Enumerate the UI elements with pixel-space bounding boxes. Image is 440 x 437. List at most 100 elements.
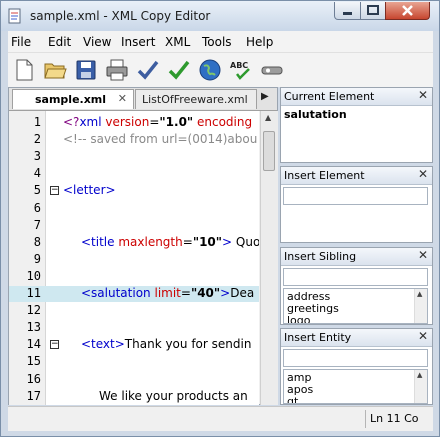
menu-insert[interactable]: Insert <box>121 35 155 49</box>
scrollbar-thumb[interactable] <box>263 131 275 171</box>
toggle-icon[interactable] <box>260 58 284 82</box>
code-editor[interactable]: 1 <?xml version="1.0" encoding 2 <!-- saved… <box>9 111 259 405</box>
tab-sample-xml[interactable]: sample.xml ✕ <box>12 89 134 109</box>
code-line[interactable]: 7 <box>9 218 259 234</box>
code-line[interactable]: 8 <title maxlength="10"> Quo <box>9 235 259 251</box>
panel-title: Insert Element <box>284 169 365 182</box>
status-bar: Ln 11 Co <box>8 406 433 431</box>
scroll-up-icon[interactable]: ▲ <box>417 371 422 379</box>
tab-scroll-right-icon[interactable]: ▶ <box>261 91 269 102</box>
menu-file[interactable]: File <box>11 35 31 49</box>
minimize-icon <box>343 12 352 15</box>
line-number: 1 <box>33 115 41 129</box>
editor-pane: sample.xml ✕ ListOfFreeware.xml ▶ 1 <?xml… <box>8 87 278 405</box>
code-text: <salutation limit="40">Dea <box>81 286 255 300</box>
insert-entity-filter-input[interactable] <box>283 349 428 367</box>
save-icon[interactable] <box>74 58 98 82</box>
panel-title: Insert Sibling <box>284 250 357 263</box>
line-number: 15 <box>26 354 41 369</box>
insert-entity-list[interactable]: amp apos gt ▲ <box>283 369 428 404</box>
insert-entity-panel: Insert Entity ✕ amp apos gt ▲ <box>280 328 433 405</box>
list-item[interactable]: logo <box>287 314 311 323</box>
editor-vertical-scrollbar[interactable]: ▲ <box>260 111 278 405</box>
code-line[interactable]: 12 <box>9 303 259 319</box>
panel-title: Insert Entity <box>284 331 352 344</box>
close-panel-icon[interactable]: ✕ <box>418 329 428 343</box>
document-tabs: sample.xml ✕ ListOfFreeware.xml ▶ <box>9 88 277 111</box>
code-text: <title maxlength="10"> Quo <box>81 234 259 249</box>
fold-toggle-icon[interactable]: − <box>50 340 59 350</box>
fold-toggle-icon[interactable]: − <box>50 186 59 196</box>
close-panel-icon[interactable]: ✕ <box>418 248 428 262</box>
maximize-icon <box>367 5 379 15</box>
app-window: sample.xml - XML Copy Editor File Edit V… <box>0 0 440 437</box>
code-line[interactable]: 9 <box>9 252 259 268</box>
line-number: 14 <box>26 337 41 352</box>
list-item[interactable]: gt <box>287 395 298 403</box>
list-scrollbar[interactable]: ▲ <box>414 370 427 403</box>
list-scrollbar[interactable]: ▲ <box>414 289 427 323</box>
browser-globe-icon[interactable] <box>198 58 222 82</box>
close-panel-icon[interactable]: ✕ <box>418 88 428 102</box>
code-line[interactable]: 5− <letter> <box>9 183 259 199</box>
scroll-up-icon[interactable]: ▲ <box>265 113 271 122</box>
line-number: 4 <box>33 166 41 181</box>
close-icon <box>402 5 413 16</box>
line-number: 16 <box>26 371 41 386</box>
menu-view[interactable]: View <box>83 35 111 49</box>
tab-listoffreeware-xml[interactable]: ListOfFreeware.xml <box>135 89 257 109</box>
code-line[interactable]: 3 <box>9 149 259 165</box>
side-panels: Current Element ✕ salutation Insert Elem… <box>280 87 433 405</box>
current-element-panel: Current Element ✕ salutation <box>280 87 433 163</box>
code-line[interactable]: 13 <box>9 320 259 336</box>
insert-sibling-filter-input[interactable] <box>283 268 428 286</box>
close-tab-icon[interactable]: ✕ <box>118 92 127 105</box>
current-element-value: salutation <box>284 108 347 121</box>
spellcheck-icon[interactable]: ABC <box>229 58 253 82</box>
menu-bar: File Edit View Insert XML Tools Help <box>8 31 433 52</box>
line-number: 13 <box>26 320 41 335</box>
code-line[interactable]: 15 <box>9 354 259 370</box>
open-folder-icon[interactable] <box>43 58 67 82</box>
code-line[interactable]: 11 <salutation limit="40">Dea <box>9 286 259 302</box>
insert-sibling-list[interactable]: address greetings logo ▲ <box>283 288 428 324</box>
check-wellformed-icon[interactable] <box>136 58 160 82</box>
code-text: <?xml version="1.0" encoding <box>63 115 253 129</box>
code-text: We like your products an <box>99 388 248 403</box>
maximize-button[interactable] <box>360 2 386 20</box>
menu-help[interactable]: Help <box>246 35 273 49</box>
panel-header: Insert Sibling ✕ <box>281 248 432 266</box>
code-text: <text>Thank you for sendin <box>81 337 252 352</box>
close-button[interactable] <box>385 2 430 20</box>
validate-icon[interactable] <box>167 58 191 82</box>
insert-element-panel: Insert Element ✕ <box>280 166 433 243</box>
line-number: 10 <box>26 268 41 283</box>
insert-sibling-panel: Insert Sibling ✕ address greetings logo … <box>280 247 433 325</box>
close-panel-icon[interactable]: ✕ <box>418 167 428 181</box>
print-icon[interactable] <box>105 58 129 82</box>
line-number: 11 <box>26 286 41 300</box>
code-line[interactable]: 2 <!-- saved from url=(0014)abou <box>9 132 259 148</box>
toolbar: ABC <box>8 52 433 87</box>
minimize-button[interactable] <box>334 2 361 20</box>
scroll-up-icon[interactable]: ▲ <box>417 290 422 298</box>
code-line[interactable]: 16 <box>9 372 259 388</box>
code-line[interactable]: 6 <box>9 201 259 217</box>
code-line[interactable]: 4 <box>9 166 259 182</box>
line-number: 12 <box>26 303 41 318</box>
code-text: <!-- saved from url=(0014)abou <box>63 132 258 147</box>
insert-element-filter-input[interactable] <box>283 187 428 205</box>
code-line[interactable]: 1 <?xml version="1.0" encoding <box>9 115 259 131</box>
code-line[interactable]: 14− <text>Thank you for sendin <box>9 337 259 353</box>
line-number: 17 <box>26 388 41 403</box>
line-number: 3 <box>33 149 41 164</box>
panel-header: Insert Entity ✕ <box>281 329 432 347</box>
new-document-icon[interactable] <box>12 58 36 82</box>
menu-tools[interactable]: Tools <box>202 35 232 49</box>
menu-edit[interactable]: Edit <box>48 35 71 49</box>
menu-xml[interactable]: XML <box>165 35 190 49</box>
title-bar[interactable]: sample.xml - XML Copy Editor <box>1 1 439 31</box>
code-line[interactable]: 17 We like your products an <box>9 389 259 405</box>
code-line[interactable]: 10 <box>9 269 259 285</box>
line-number: 2 <box>33 132 41 147</box>
